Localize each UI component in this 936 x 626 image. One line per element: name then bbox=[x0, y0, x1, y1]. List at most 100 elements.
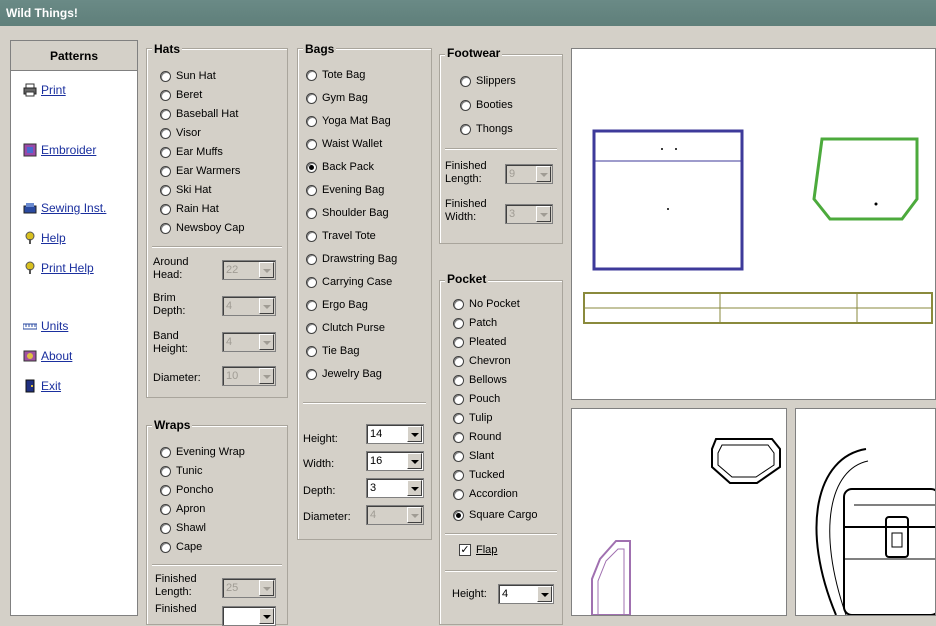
sidebar-item-units[interactable]: Units bbox=[23, 319, 68, 333]
wrap-option-poncho[interactable]: Poncho bbox=[160, 484, 213, 496]
bag-option-clutch-purse[interactable]: Clutch Purse bbox=[306, 322, 385, 334]
help-icon bbox=[25, 231, 35, 244]
hat-option-sun-hat[interactable]: Sun Hat bbox=[160, 70, 216, 82]
bag-width-select[interactable]: 16 bbox=[366, 451, 424, 471]
hat-option-baseball-hat[interactable]: Baseball Hat bbox=[160, 108, 238, 120]
footwear-option-booties[interactable]: Booties bbox=[460, 99, 513, 111]
pattern-preview-pocket bbox=[571, 408, 787, 616]
hat-option-ear-muffs[interactable]: Ear Muffs bbox=[160, 146, 223, 158]
pattern-pieces-drawing bbox=[583, 129, 933, 324]
hat-option-beret[interactable]: Beret bbox=[160, 89, 202, 101]
bag-option-ergo-bag[interactable]: Ergo Bag bbox=[306, 299, 368, 311]
hat-option-visor[interactable]: Visor bbox=[160, 127, 201, 139]
sidebar-item-print-help[interactable]: Print Help bbox=[23, 261, 94, 275]
wraps-title: Wraps bbox=[152, 418, 193, 432]
printer-icon bbox=[23, 83, 37, 97]
sidebar-item-sewing[interactable]: Sewing Inst. bbox=[23, 201, 106, 215]
bag-width-label: Width: bbox=[303, 458, 335, 470]
sidebar-item-label: Print bbox=[41, 83, 66, 97]
backpack-drawing bbox=[815, 448, 936, 616]
band-height-label: Band Height: bbox=[153, 330, 188, 355]
sidebar-item-exit[interactable]: Exit bbox=[23, 379, 61, 393]
bag-option-tote-bag[interactable]: Tote Bag bbox=[306, 69, 365, 81]
pocket-option-slant[interactable]: Slant bbox=[453, 450, 494, 462]
pocket-height-select[interactable]: 4 bbox=[498, 584, 554, 604]
hat-option-ear-warmers[interactable]: Ear Warmers bbox=[160, 165, 240, 177]
wrap-option-evening-wrap[interactable]: Evening Wrap bbox=[160, 446, 245, 458]
wrap-option-apron[interactable]: Apron bbox=[160, 503, 205, 515]
bag-option-jewelry-bag[interactable]: Jewelry Bag bbox=[306, 368, 382, 380]
footwear-title: Footwear bbox=[445, 46, 503, 60]
exit-icon bbox=[25, 379, 35, 393]
print-help-icon bbox=[25, 261, 35, 274]
hat-diameter-select: 10 bbox=[222, 366, 276, 386]
sidebar-item-help[interactable]: Help bbox=[23, 231, 66, 245]
around-head-label: Around Head: bbox=[153, 256, 189, 281]
sidebar-item-about[interactable]: About bbox=[23, 349, 72, 363]
hats-title: Hats bbox=[152, 42, 183, 56]
bag-option-carrying-case[interactable]: Carrying Case bbox=[306, 276, 392, 288]
pocket-option-pouch[interactable]: Pouch bbox=[453, 393, 500, 405]
sidebar-item-print[interactable]: Print bbox=[23, 83, 66, 97]
bag-option-yoga-mat-bag[interactable]: Yoga Mat Bag bbox=[306, 115, 391, 127]
bag-height-label: Height: bbox=[303, 433, 338, 445]
hat-option-rain-hat[interactable]: Rain Hat bbox=[160, 203, 219, 215]
bag-diameter-label: Diameter: bbox=[303, 511, 351, 523]
bag-option-travel-tote[interactable]: Travel Tote bbox=[306, 230, 376, 242]
around-head-select: 22 bbox=[222, 260, 276, 280]
pocket-option-square-cargo[interactable]: Square Cargo bbox=[453, 509, 538, 521]
sidebar-item-label: Exit bbox=[41, 379, 62, 393]
patterns-sidebar: Patterns Print Embroider Sewing Inst. He… bbox=[10, 40, 138, 616]
bag-option-shoulder-bag[interactable]: Shoulder Bag bbox=[306, 207, 389, 219]
sidebar-item-label: Embroider bbox=[41, 143, 97, 157]
pocket-option-patch[interactable]: Patch bbox=[453, 317, 497, 329]
pocket-option-accordion[interactable]: Accordion bbox=[453, 488, 518, 500]
bag-option-waist-wallet[interactable]: Waist Wallet bbox=[306, 138, 382, 150]
footwear-length-select: 9 bbox=[505, 164, 553, 184]
footwear-option-thongs[interactable]: Thongs bbox=[460, 123, 513, 135]
wrap-option-tunic[interactable]: Tunic bbox=[160, 465, 203, 477]
bag-depth-label: Depth: bbox=[303, 485, 336, 497]
wrap-length-label: Finished Length: bbox=[155, 573, 197, 598]
wrap-option-shawl[interactable]: Shawl bbox=[160, 522, 206, 534]
pocket-option-pleated[interactable]: Pleated bbox=[453, 336, 506, 348]
wrap-length-select: 25 bbox=[222, 578, 276, 598]
bag-height-select[interactable]: 14 bbox=[366, 424, 424, 444]
pocket-option-bellows[interactable]: Bellows bbox=[453, 374, 507, 386]
hat-option-newsboy-cap[interactable]: Newsboy Cap bbox=[160, 222, 244, 234]
sidebar-item-embroider[interactable]: Embroider bbox=[23, 143, 96, 157]
bag-option-back-pack[interactable]: Back Pack bbox=[306, 161, 374, 173]
back-panel-piece bbox=[592, 129, 744, 271]
bag-option-tie-bag[interactable]: Tie Bag bbox=[306, 345, 360, 357]
wrap-option-cape[interactable]: Cape bbox=[160, 541, 202, 553]
bag-diameter-select: 4 bbox=[366, 505, 424, 525]
ruler-icon bbox=[23, 323, 37, 330]
wrap-width-select[interactable] bbox=[222, 606, 276, 626]
window-title: Wild Things! bbox=[0, 0, 936, 26]
footwear-option-slippers[interactable]: Slippers bbox=[460, 75, 516, 87]
pocket-option-no-pocket[interactable]: No Pocket bbox=[453, 298, 520, 310]
pocket-pieces-drawing bbox=[591, 438, 781, 616]
sidebar-item-label: Print Help bbox=[41, 261, 94, 275]
sidebar-item-label: About bbox=[41, 349, 73, 363]
pocket-title: Pocket bbox=[445, 272, 489, 286]
hat-option-ski-hat[interactable]: Ski Hat bbox=[160, 184, 211, 196]
footwear-width-select: 3 bbox=[505, 204, 553, 224]
pocket-height-label: Height: bbox=[452, 588, 487, 600]
bag-option-evening-bag[interactable]: Evening Bag bbox=[306, 184, 384, 196]
brim-depth-select: 4 bbox=[222, 296, 276, 316]
sidebar-item-label: Units bbox=[41, 319, 69, 333]
pocket-option-round[interactable]: Round bbox=[453, 431, 501, 443]
bag-option-gym-bag[interactable]: Gym Bag bbox=[306, 92, 368, 104]
side-gusset-piece bbox=[812, 137, 919, 221]
bag-depth-select[interactable]: 3 bbox=[366, 478, 424, 498]
pocket-option-chevron[interactable]: Chevron bbox=[453, 355, 511, 367]
pocket-option-tulip[interactable]: Tulip bbox=[453, 412, 492, 424]
brim-depth-label: Brim Depth: bbox=[153, 292, 186, 317]
pocket-option-tucked[interactable]: Tucked bbox=[453, 469, 505, 481]
sidebar-item-label: Sewing Inst. bbox=[41, 201, 107, 215]
flap-checkbox[interactable]: ✓ Flap bbox=[459, 544, 497, 556]
bags-title: Bags bbox=[303, 42, 337, 56]
bag-option-drawstring-bag[interactable]: Drawstring Bag bbox=[306, 253, 397, 265]
pattern-preview-backpack bbox=[795, 408, 936, 616]
